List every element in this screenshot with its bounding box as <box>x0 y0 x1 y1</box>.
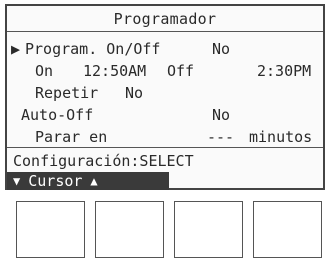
repeat-value: No <box>125 84 144 102</box>
cursor-down-icon: ▼ <box>13 174 21 188</box>
stop-in-label[interactable]: Parar en <box>35 128 107 146</box>
screen-title: Programador <box>7 6 323 32</box>
off-time-value[interactable]: 2:30PM <box>257 62 311 80</box>
auto-off-value: No <box>212 106 231 124</box>
function-button-f4[interactable] <box>253 201 322 258</box>
footer-divider <box>7 147 323 148</box>
off-label: Off <box>167 62 195 80</box>
cursor-label: Cursor <box>28 172 83 190</box>
stop-in-value: --- <box>207 128 235 146</box>
program-onoff-value: No <box>212 40 231 58</box>
on-label: On <box>35 62 54 80</box>
config-hint: Configuración:SELECT <box>13 152 194 170</box>
repeat-label[interactable]: Repetir <box>35 84 98 102</box>
auto-off-label[interactable]: Auto-Off <box>21 106 93 124</box>
stop-in-unit: minutos <box>249 128 313 146</box>
function-button-f3[interactable] <box>174 201 243 258</box>
on-time-value[interactable]: 12:50AM <box>83 62 146 80</box>
lcd-screen: Programador ▶ Program. On/Off No On 12:5… <box>5 4 325 190</box>
cursor-up-icon: ▲ <box>90 174 98 188</box>
program-onoff-label[interactable]: Program. On/Off <box>25 40 160 58</box>
selection-arrow: ▶ <box>11 40 21 58</box>
cursor-bar: ▼ Cursor ▲ <box>7 172 169 190</box>
function-button-f1[interactable] <box>16 201 85 258</box>
function-button-f2[interactable] <box>95 201 164 258</box>
